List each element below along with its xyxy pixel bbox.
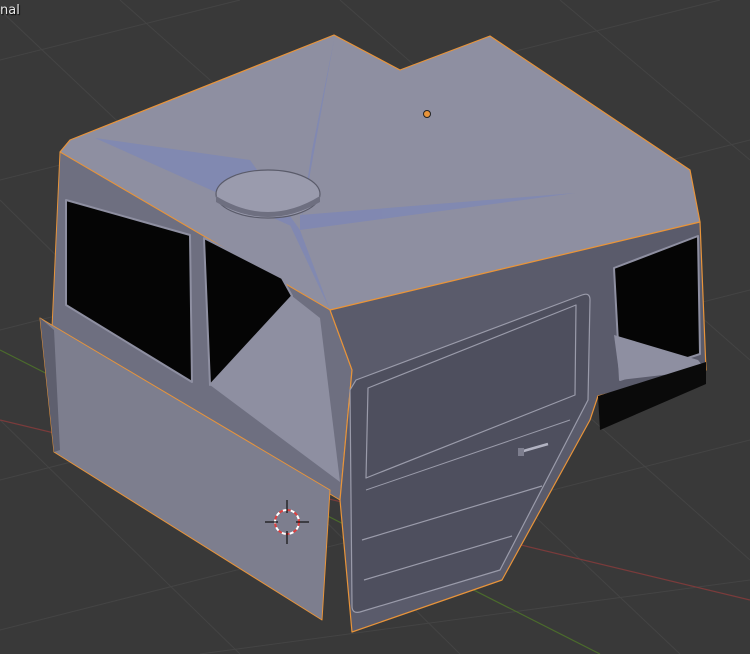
truck-cab-mesh[interactable] (39, 34, 707, 633)
viewport-canvas[interactable] (0, 0, 750, 654)
shading-mode-label: nal (0, 3, 20, 18)
roof-hatch[interactable] (215, 169, 321, 219)
object-origin-dot[interactable] (423, 110, 431, 118)
3d-viewport[interactable]: nal (0, 0, 750, 654)
door-handle-base (518, 448, 524, 456)
